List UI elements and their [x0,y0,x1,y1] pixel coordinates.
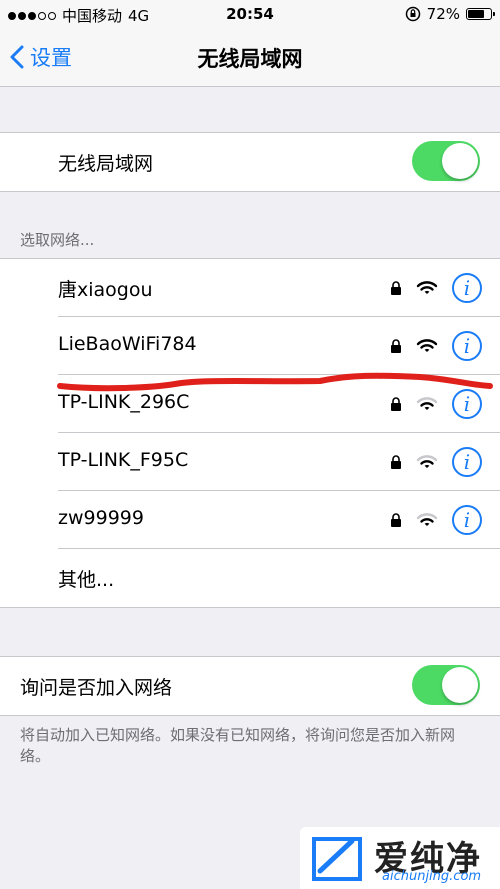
ask-join-label: 询问是否加入网络 [20,677,173,699]
wifi-toggle-label: 无线局域网 [58,153,154,175]
ask-join-group: 询问是否加入网络 [0,656,500,716]
info-button[interactable]: i [452,331,482,361]
lock-icon [391,513,401,527]
network-row[interactable]: TP-LINK_F95C i [0,433,500,491]
status-right: 72% [405,5,495,23]
info-button[interactable]: i [452,505,482,535]
network-list: 唐xiaogou i LieBaoWiFi784 i TP-LINK_296C … [0,258,500,608]
ask-join-toggle[interactable] [412,665,480,705]
navigation-bar: 设置 无线局域网 [0,30,500,87]
status-bar: 中国移动 4G 20:54 72% [0,0,500,30]
wifi-signal-icon [416,339,438,352]
wifi-signal-icon [416,281,438,294]
battery-icon [466,8,495,20]
footer-note: 将自动加入已知网络。如果没有已知网络，将询问您是否加入新网络。 [20,726,456,765]
lock-icon [391,339,401,353]
watermark: 爱纯净 aichunjing.com [300,827,500,889]
ask-join-row: 询问是否加入网络 [0,657,500,715]
toggle-knob [442,143,478,179]
network-name: TP-LINK_296C [58,391,190,413]
wifi-toggle-group: 无线局域网 [0,132,500,192]
network-name: TP-LINK_F95C [58,449,189,471]
network-row[interactable]: LieBaoWiFi784 i [0,317,500,375]
wifi-toggle-row: 无线局域网 [0,133,500,191]
orientation-lock-icon [405,6,420,22]
other-network-row[interactable]: 其他... [0,549,500,607]
wifi-toggle-switch[interactable] [412,141,480,181]
info-button[interactable]: i [452,389,482,419]
network-row[interactable]: 唐xiaogou i [0,259,500,317]
info-button[interactable]: i [452,273,482,303]
wifi-signal-icon [416,397,438,410]
info-button[interactable]: i [452,447,482,477]
page-title: 无线局域网 [197,47,303,71]
network-name: LieBaoWiFi784 [58,333,197,355]
battery-percent: 72% [426,5,460,23]
lock-icon [391,397,401,411]
other-network-label: 其他... [58,569,115,591]
network-name: zw99999 [58,507,144,529]
toggle-knob [442,667,478,703]
watermark-logo-icon [312,837,362,881]
network-row[interactable]: TP-LINK_296C i [0,375,500,433]
lock-icon [391,455,401,469]
network-row[interactable]: zw99999 i [0,491,500,549]
wifi-signal-icon [416,513,438,526]
watermark-url: aichunjing.com [382,869,482,884]
section-header: 选取网络... [20,231,95,249]
lock-icon [391,281,401,295]
wifi-signal-icon [416,455,438,468]
network-name: 唐xiaogou [58,279,153,301]
